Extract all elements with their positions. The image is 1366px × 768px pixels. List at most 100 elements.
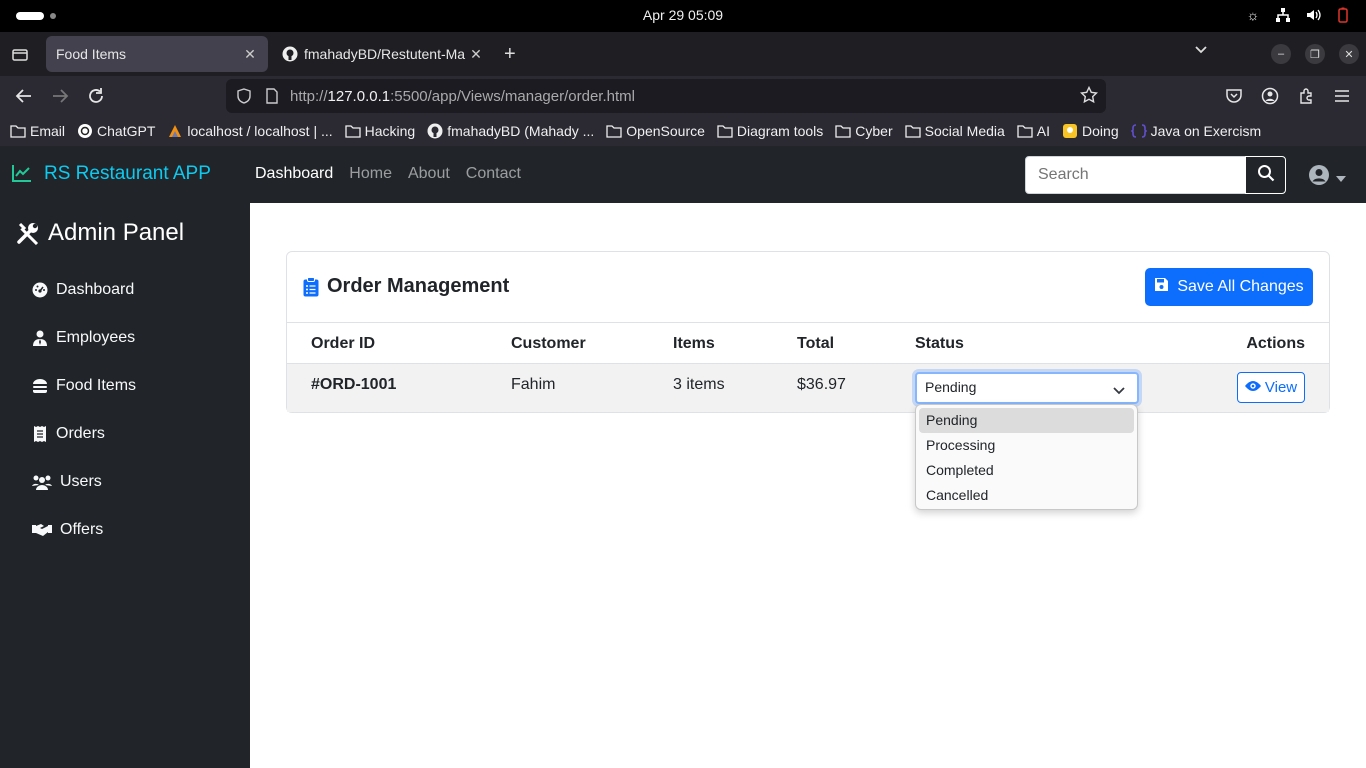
bookmark-github[interactable]: fmahadyBD (Mahady ... (427, 123, 594, 139)
sidebar-item-label: Employees (56, 329, 136, 346)
network-icon[interactable] (1274, 6, 1292, 24)
caret-down-icon (1336, 169, 1346, 187)
sidebar-item-label: Offers (60, 521, 104, 538)
folder-icon (717, 123, 733, 139)
bookmark-star-icon[interactable] (1079, 85, 1099, 108)
chevron-down-icon (1113, 383, 1125, 395)
bookmark-hacking[interactable]: Hacking (344, 123, 415, 139)
tab-list-icon[interactable] (8, 42, 32, 66)
account-icon[interactable] (1260, 86, 1280, 106)
chatgpt-icon (77, 123, 93, 139)
brightness-icon[interactable]: ☼ (1244, 6, 1262, 24)
bookmark-diagram-tools[interactable]: Diagram tools (717, 123, 823, 139)
exercism-icon (1130, 123, 1147, 139)
search-input[interactable] (1025, 156, 1246, 194)
bookmark-cyber[interactable]: Cyber (835, 123, 893, 139)
restore-icon[interactable]: ❐ (1305, 44, 1325, 64)
save-all-changes-label: Save All Changes (1177, 278, 1304, 295)
tab-title: Food Items (56, 46, 127, 62)
bookmark-ai[interactable]: AI (1017, 123, 1050, 139)
sidebar-item-offers[interactable]: Offers (32, 521, 103, 539)
brand-link[interactable]: RS Restaurant APP (12, 163, 211, 185)
bookmark-email[interactable]: Email (10, 123, 65, 139)
browser-tab-active[interactable]: Food Items ✕ (46, 36, 268, 72)
bookmark-label: AI (1036, 123, 1051, 139)
browser-tab[interactable]: fmahadyBD/Restutent-Ma ✕ (272, 36, 494, 72)
folder-icon (606, 123, 622, 139)
column-header-customer: Customer (511, 335, 586, 352)
table-row: #ORD-1001 Fahim 3 items $36.97 Pending V… (287, 364, 1329, 412)
address-bar[interactable]: http://127.0.0.1:5500/app/Views/manager/… (226, 79, 1106, 113)
folder-icon (904, 123, 921, 139)
admin-sidebar: Admin Panel Dashboard Employees Food Ite… (0, 203, 250, 768)
status-option-cancelled[interactable]: Cancelled (919, 483, 1134, 508)
nav-link-dashboard[interactable]: Dashboard (255, 165, 333, 183)
bookmark-label: Doing (1082, 123, 1119, 139)
bookmark-social-media[interactable]: Social Media (904, 123, 1005, 139)
sidebar-item-employees[interactable]: Employees (32, 329, 135, 347)
bookmark-label: localhost / localhost | ... (187, 123, 333, 139)
tab-title: fmahadyBD/Restutent-Ma (304, 46, 466, 62)
close-icon[interactable]: ✕ (242, 46, 258, 63)
order-id: #ORD-1001 (311, 376, 397, 393)
status-option-processing[interactable]: Processing (919, 433, 1134, 458)
status-select[interactable]: Pending (915, 372, 1139, 404)
sidebar-item-users[interactable]: Users (32, 473, 102, 491)
sidebar-item-food-items[interactable]: Food Items (32, 377, 136, 395)
bookmark-doing[interactable]: Doing (1062, 123, 1119, 139)
pocket-icon[interactable] (1224, 86, 1244, 106)
clock[interactable]: Apr 29 05:09 (0, 7, 1366, 23)
column-header-order-id: Order ID (311, 335, 376, 352)
bookmark-label: ChatGPT (97, 123, 156, 139)
nav-link-about[interactable]: About (408, 165, 450, 183)
view-order-button[interactable]: View (1237, 372, 1305, 403)
browser-toolbar: http://127.0.0.1:5500/app/Views/manager/… (0, 76, 1366, 116)
shield-icon[interactable] (234, 86, 254, 106)
status-option-completed[interactable]: Completed (919, 458, 1134, 483)
sidebar-item-orders[interactable]: Orders (32, 425, 105, 443)
status-select-value: Pending (925, 379, 977, 395)
sidebar-title-text: Admin Panel (48, 219, 185, 246)
eye-icon (1244, 379, 1261, 396)
clipboard-list-icon (303, 276, 319, 297)
url-prefix: http:// (290, 87, 328, 105)
url-host: 127.0.0.1 (327, 87, 391, 105)
menu-icon[interactable] (1332, 86, 1352, 106)
bookmark-chatgpt[interactable]: ChatGPT (77, 123, 155, 139)
gauge-icon (32, 282, 48, 298)
bookmark-localhost[interactable]: localhost / localhost | ... (167, 123, 333, 139)
volume-icon[interactable] (1304, 6, 1322, 24)
back-icon[interactable] (12, 84, 36, 108)
search-button[interactable] (1245, 156, 1286, 194)
order-items: 3 items (673, 376, 725, 393)
nav-link-contact[interactable]: Contact (466, 165, 521, 183)
bookmark-opensource[interactable]: OpenSource (606, 123, 705, 139)
chevron-down-icon[interactable] (1194, 44, 1208, 58)
status-dropdown-menu: Pending Processing Completed Cancelled (915, 404, 1138, 510)
app-navbar: RS Restaurant APP Dashboard Home About C… (0, 146, 1366, 203)
minimize-icon[interactable]: – (1271, 44, 1291, 64)
system-tray[interactable]: ☼ (1244, 6, 1352, 24)
sidebar-item-label: Users (60, 473, 102, 490)
close-window-icon[interactable]: ✕ (1339, 44, 1359, 64)
user-menu-toggle[interactable] (1308, 164, 1346, 191)
reload-icon[interactable] (84, 84, 108, 108)
bookmark-exercism[interactable]: Java on Exercism (1130, 123, 1261, 139)
page-icon[interactable] (262, 86, 282, 106)
receipt-icon (32, 426, 48, 442)
chart-line-icon (12, 164, 32, 184)
new-tab-icon[interactable]: + (504, 44, 516, 64)
forward-icon[interactable] (48, 84, 72, 108)
sidebar-item-label: Orders (56, 425, 105, 442)
users-icon (32, 474, 52, 490)
battery-icon[interactable] (1334, 6, 1352, 24)
user-tie-icon (32, 330, 48, 346)
close-icon[interactable]: ✕ (468, 46, 484, 63)
sidebar-item-dashboard[interactable]: Dashboard (32, 281, 134, 299)
column-header-total: Total (797, 335, 835, 352)
extensions-icon[interactable] (1296, 86, 1316, 106)
nav-link-home[interactable]: Home (349, 165, 392, 183)
save-all-changes-button[interactable]: Save All Changes (1145, 268, 1313, 306)
status-option-pending[interactable]: Pending (919, 408, 1134, 433)
os-top-bar: Apr 29 05:09 ☼ (0, 0, 1366, 32)
